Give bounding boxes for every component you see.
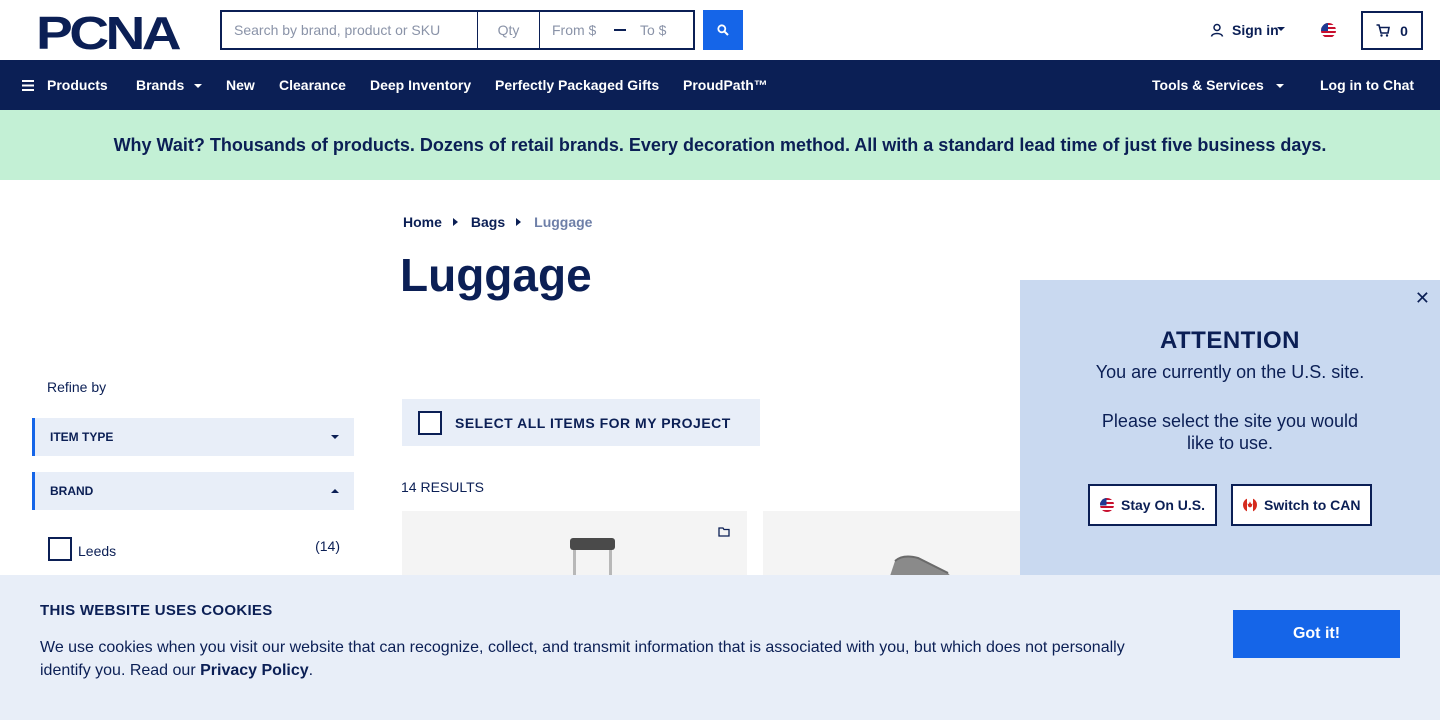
breadcrumb-current: Luggage bbox=[534, 214, 593, 230]
close-icon[interactable]: ✕ bbox=[1415, 288, 1430, 309]
cart-count: 0 bbox=[1400, 22, 1408, 39]
chevron-up-icon bbox=[331, 489, 339, 493]
select-all-items[interactable]: SELECT ALL ITEMS FOR MY PROJECT bbox=[402, 399, 760, 446]
nav-tools[interactable]: Tools & Services bbox=[1152, 77, 1284, 93]
nav-tools-label: Tools & Services bbox=[1152, 77, 1264, 93]
nav-products[interactable]: Products bbox=[22, 77, 108, 93]
cookie-period: . bbox=[308, 662, 314, 679]
site-select-modal: ✕ ATTENTION You are currently on the U.S… bbox=[1020, 280, 1440, 590]
nav-brands-label: Brands bbox=[136, 77, 185, 93]
select-all-label: SELECT ALL ITEMS FOR MY PROJECT bbox=[455, 414, 731, 431]
nav-gifts-label: Perfectly Packaged Gifts bbox=[495, 77, 660, 93]
facet-item-type-label: ITEM TYPE bbox=[50, 430, 114, 444]
results-count: 14 RESULTS bbox=[401, 479, 484, 495]
cookie-accept-button[interactable]: Got it! bbox=[1233, 610, 1400, 658]
site-header: PCNA Sign in bbox=[0, 0, 1440, 60]
sign-in-label: Sign in bbox=[1232, 22, 1279, 38]
brand-option-count: (14) bbox=[315, 538, 340, 554]
brand-option-leeds[interactable]: Leeds (14) bbox=[48, 537, 340, 561]
price-to-input[interactable] bbox=[640, 22, 692, 38]
cookie-title: THIS WEBSITE USES COOKIES bbox=[40, 602, 273, 619]
brand-checkbox[interactable] bbox=[48, 537, 72, 561]
nav-new[interactable]: New bbox=[226, 77, 255, 93]
nav-brands[interactable]: Brands bbox=[136, 77, 203, 93]
breadcrumb-bags[interactable]: Bags bbox=[471, 214, 505, 230]
nav-clearance[interactable]: Clearance bbox=[279, 77, 346, 93]
nav-deep-inventory[interactable]: Deep Inventory bbox=[370, 77, 471, 93]
folder-icon[interactable] bbox=[718, 527, 730, 537]
cookie-text: We use cookies when you visit our websit… bbox=[40, 636, 1150, 682]
stay-us-button[interactable]: Stay On U.S. bbox=[1088, 484, 1218, 526]
us-flag-icon bbox=[1100, 498, 1114, 512]
nav-products-label: Products bbox=[47, 77, 108, 93]
privacy-policy-link[interactable]: Privacy Policy bbox=[200, 662, 309, 679]
search-input[interactable] bbox=[222, 12, 478, 48]
search-icon bbox=[717, 24, 729, 36]
canada-flag-icon bbox=[1243, 498, 1258, 512]
pcna-logo[interactable]: PCNA bbox=[36, 11, 184, 51]
stay-us-label: Stay On U.S. bbox=[1121, 497, 1206, 513]
cart-icon bbox=[1376, 24, 1391, 37]
menu-icon bbox=[22, 79, 34, 91]
brand-option-name: Leeds bbox=[78, 543, 117, 559]
facet-brand-label: BRAND bbox=[50, 484, 94, 498]
modal-buttons: Stay On U.S. Switch to CAN bbox=[1088, 484, 1373, 526]
chevron-down-icon bbox=[194, 84, 203, 88]
search-button[interactable] bbox=[703, 10, 743, 50]
modal-title: ATTENTION bbox=[1159, 327, 1301, 354]
modal-message: You are currently on the U.S. site. bbox=[1095, 362, 1365, 382]
nav-proudpath-label: ProudPath™ bbox=[683, 77, 768, 93]
nav-chat-label: Log in to Chat bbox=[1320, 77, 1415, 93]
logo-text: PCNA bbox=[36, 11, 180, 51]
facet-brand[interactable]: BRAND bbox=[32, 472, 354, 510]
select-all-checkbox[interactable] bbox=[418, 410, 442, 435]
breadcrumb-separator-icon bbox=[452, 218, 458, 226]
user-icon bbox=[1210, 23, 1224, 37]
price-from-input[interactable] bbox=[552, 22, 604, 38]
nav-chat[interactable]: Log in to Chat bbox=[1320, 77, 1414, 93]
chevron-down-icon bbox=[1276, 27, 1285, 31]
search-bar bbox=[220, 10, 695, 50]
promo-text: Why Wait? Thousands of products. Dozens … bbox=[113, 134, 1327, 155]
switch-can-button[interactable]: Switch to CAN bbox=[1231, 484, 1373, 526]
cart-button[interactable]: 0 bbox=[1361, 11, 1423, 50]
main-nav: Products Brands New Clearance Deep Inven… bbox=[0, 60, 1440, 110]
qty-input[interactable] bbox=[478, 12, 540, 48]
nav-gifts[interactable]: Perfectly Packaged Gifts bbox=[495, 77, 659, 93]
nav-deep-inventory-label: Deep Inventory bbox=[370, 77, 472, 93]
switch-can-label: Switch to CAN bbox=[1264, 497, 1361, 513]
range-dash bbox=[614, 29, 626, 31]
breadcrumb-home[interactable]: Home bbox=[403, 214, 442, 230]
sign-in-menu[interactable]: Sign in bbox=[1210, 22, 1285, 38]
chevron-down-icon bbox=[1275, 84, 1284, 88]
page-title: Luggage bbox=[400, 249, 592, 301]
nav-clearance-label: Clearance bbox=[279, 77, 346, 93]
price-range bbox=[540, 12, 693, 48]
facet-item-type[interactable]: ITEM TYPE bbox=[32, 418, 354, 456]
cookie-banner: THIS WEBSITE USES COOKIES We use cookies… bbox=[0, 575, 1440, 720]
nav-new-label: New bbox=[226, 77, 255, 93]
refine-label: Refine by bbox=[47, 379, 107, 395]
breadcrumb-separator-icon bbox=[516, 218, 522, 226]
modal-prompt: Please select the site you would like to… bbox=[1101, 411, 1359, 453]
chevron-down-icon bbox=[331, 435, 339, 439]
breadcrumb: Home Bags Luggage bbox=[403, 214, 592, 230]
us-flag-icon[interactable] bbox=[1321, 23, 1336, 38]
nav-proudpath[interactable]: ProudPath™ bbox=[683, 77, 768, 93]
promo-banner: Why Wait? Thousands of products. Dozens … bbox=[0, 110, 1440, 180]
